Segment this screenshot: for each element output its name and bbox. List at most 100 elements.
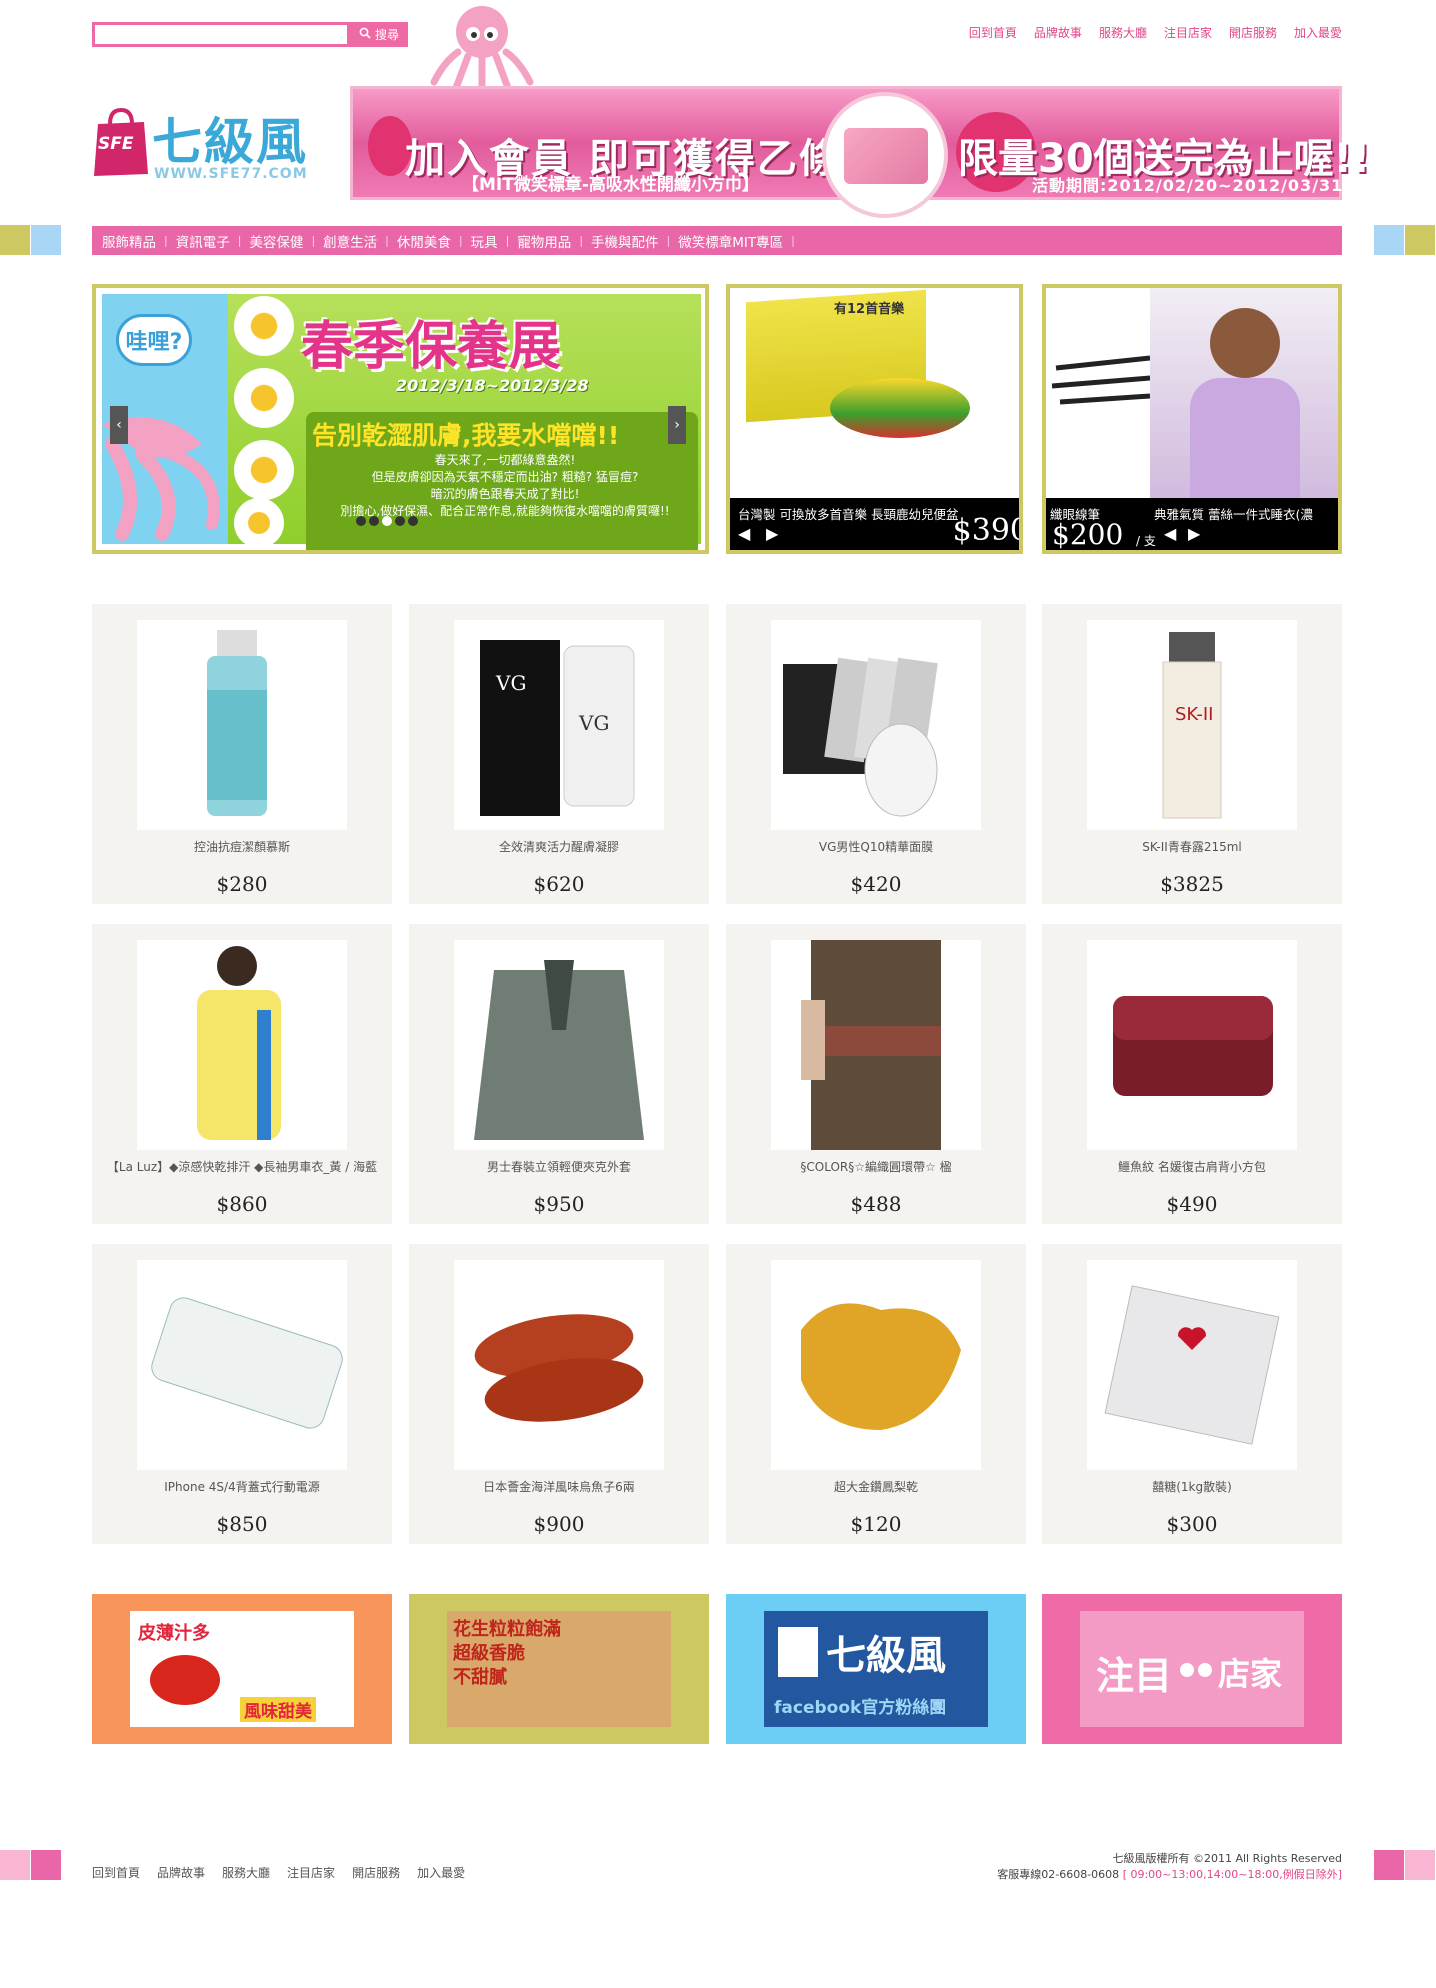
toplink-add-favorite[interactable]: 加入最愛 xyxy=(1294,24,1342,41)
product-card[interactable]: §COLOR§☆編織圓環帶☆ 楹 $488 xyxy=(726,924,1026,1224)
feature3-caption-bar: 纖眼線筆 典雅氣質 蕾絲一件式睡衣(濃 $200 / 支 ◀ ▶ xyxy=(1046,498,1338,550)
product-card[interactable]: IPhone 4S/4背蓋式行動電源 $850 xyxy=(92,1244,392,1544)
product-name[interactable]: 日本薈金海洋風味烏魚子6兩 xyxy=(409,1479,709,1495)
product-image[interactable] xyxy=(137,620,347,830)
product-card[interactable]: 控油抗痘潔顏慕斯 $280 xyxy=(92,604,392,904)
promo-facebook[interactable]: 七級風 facebook官方粉絲團 xyxy=(726,1594,1026,1744)
product-card[interactable]: 鱷魚紋 名媛復古肩背小方包 $490 xyxy=(1042,924,1342,1224)
shopping-bag-icon xyxy=(778,1627,818,1677)
toplink-service-hall[interactable]: 服務大廳 xyxy=(1099,24,1147,41)
toplink-brand-story[interactable]: 品牌故事 xyxy=(1034,24,1082,41)
product-image[interactable]: VG VG xyxy=(454,620,664,830)
product-image[interactable] xyxy=(137,1260,347,1470)
product-image[interactable] xyxy=(454,940,664,1150)
octopus-mascot-icon xyxy=(430,2,534,92)
nav-item-beauty[interactable]: 美容保健 xyxy=(249,231,303,251)
logo-name: 七級風 xyxy=(152,113,308,171)
nav-item-fashion[interactable]: 服飾精品 xyxy=(102,231,156,251)
product-name[interactable]: 【La Luz】◆涼感快乾排汗 ◆長袖男車衣_黃 / 海藍 xyxy=(92,1159,392,1175)
product-price: $488 xyxy=(850,1192,902,1216)
slider-dot[interactable] xyxy=(395,516,405,526)
footer-link-brand-story[interactable]: 品牌故事 xyxy=(157,1864,205,1881)
footer-hotline: 客服專線02-6608-0608 xyxy=(997,1868,1120,1881)
product-image[interactable] xyxy=(1087,1260,1297,1470)
product-price: $620 xyxy=(533,872,585,896)
slider-dot-active[interactable] xyxy=(382,516,392,526)
footer-link-featured-shops[interactable]: 注目店家 xyxy=(287,1864,335,1881)
footer-link-service-hall[interactable]: 服務大廳 xyxy=(222,1864,270,1881)
feature3-next[interactable]: ▶ xyxy=(1188,524,1200,543)
product-card[interactable]: 男士春裝立領輕便夾克外套 $950 xyxy=(409,924,709,1224)
toplink-home[interactable]: 回到首頁 xyxy=(969,24,1017,41)
product-name[interactable]: §COLOR§☆編織圓環帶☆ 楹 xyxy=(726,1159,1026,1175)
product-price: $120 xyxy=(850,1512,902,1536)
slider-dot[interactable] xyxy=(408,516,418,526)
product-card[interactable]: 日本薈金海洋風味烏魚子6兩 $900 xyxy=(409,1244,709,1544)
slider-title: 春季保養展 xyxy=(301,317,562,377)
feature-potty[interactable]: 有12首音樂 台灣製 可換放多首音樂 長頸鹿幼兒便盆 ◀ ▶ $390 xyxy=(726,284,1023,554)
product-image[interactable] xyxy=(771,1260,981,1470)
product-price: $950 xyxy=(533,1192,585,1216)
product-name[interactable]: 超大金鑽鳳梨乾 xyxy=(726,1479,1026,1495)
nav-item-electronics[interactable]: 資訊電子 xyxy=(176,231,230,251)
nav-item-mit[interactable]: 微笑標章MIT專區 xyxy=(678,231,783,251)
svg-text:SK-II: SK-II xyxy=(1175,704,1213,725)
towel-image xyxy=(844,128,928,184)
triangle-right-icon: ▶ xyxy=(1188,524,1201,543)
site-logo[interactable]: SFE 七級風 WWW.SFE77.COM xyxy=(92,96,342,194)
feature-nightgown[interactable]: 纖眼線筆 典雅氣質 蕾絲一件式睡衣(濃 $200 / 支 ◀ ▶ xyxy=(1042,284,1342,554)
product-name[interactable]: 鱷魚紋 名媛復古肩背小方包 xyxy=(1042,1159,1342,1175)
product-name[interactable]: 囍糖(1kg散裝) xyxy=(1042,1479,1342,1495)
footer-hotline-row: 客服專線02-6608-0608 [ 09:00~13:00,14:00~18:… xyxy=(997,1866,1342,1882)
promo-featured-shops[interactable]: 注目 店家 xyxy=(1042,1594,1342,1744)
product-image[interactable] xyxy=(771,620,981,830)
promo-peanut[interactable]: 花生粒粒飽滿 超級香脆 不甜膩 xyxy=(409,1594,709,1744)
product-image[interactable] xyxy=(454,1260,664,1470)
side-deco xyxy=(31,1850,61,1880)
product-name[interactable]: SK-II青春露215ml xyxy=(1042,839,1342,855)
search-button[interactable]: 搜尋 xyxy=(350,22,408,47)
promo-tomato[interactable]: 皮薄汁多 風味甜美 xyxy=(92,1594,392,1744)
footer-link-add-favorite[interactable]: 加入最愛 xyxy=(417,1864,465,1881)
product-name[interactable]: VG男性Q10精華面膜 xyxy=(726,839,1026,855)
product-card[interactable]: SK-II SK-II青春露215ml $3825 xyxy=(1042,604,1342,904)
search-input[interactable] xyxy=(92,22,350,47)
toplink-featured-shops[interactable]: 注目店家 xyxy=(1164,24,1212,41)
feature2-prev[interactable]: ◀ xyxy=(738,524,750,543)
product-name[interactable]: IPhone 4S/4背蓋式行動電源 xyxy=(92,1479,392,1495)
triangle-left-icon: ◀ xyxy=(1164,524,1177,543)
nav-item-phones[interactable]: 手機與配件 xyxy=(591,231,659,251)
feature2-next[interactable]: ▶ xyxy=(766,524,778,543)
footer-link-open-shop[interactable]: 開店服務 xyxy=(352,1864,400,1881)
product-card[interactable]: 超大金鑽鳳梨乾 $120 xyxy=(726,1244,1026,1544)
product-name[interactable]: 全效清爽活力醒膚凝膠 xyxy=(409,839,709,855)
feature3-prev[interactable]: ◀ xyxy=(1164,524,1176,543)
product-name[interactable]: 控油抗痘潔顏慕斯 xyxy=(92,839,392,855)
product-card[interactable]: 囍糖(1kg散裝) $300 xyxy=(1042,1244,1342,1544)
nav-item-creative-life[interactable]: 創意生活 xyxy=(323,231,377,251)
toplink-open-shop[interactable]: 開店服務 xyxy=(1229,24,1277,41)
svg-text:VG: VG xyxy=(495,671,526,695)
nav-item-toys[interactable]: 玩具 xyxy=(471,231,498,251)
slider-dot[interactable] xyxy=(356,516,366,526)
slider-prev-button[interactable]: ‹ xyxy=(110,406,128,444)
product-card[interactable]: VG VG 全效清爽活力醒膚凝膠 $620 xyxy=(409,604,709,904)
daisy-icon xyxy=(234,440,294,500)
product-price: $490 xyxy=(1166,1192,1218,1216)
side-deco xyxy=(1405,225,1435,255)
product-card[interactable]: VG男性Q10精華面膜 $420 xyxy=(726,604,1026,904)
product-image[interactable] xyxy=(137,940,347,1150)
promo-line2: 風味甜美 xyxy=(240,1697,316,1722)
footer-link-home[interactable]: 回到首頁 xyxy=(92,1864,140,1881)
slider-body-line: 但是皮膚卻因為天氣不穩定而出油? 粗糙? 猛冒痘? xyxy=(371,470,639,484)
nav-item-food[interactable]: 休閒美食 xyxy=(397,231,451,251)
slider-dot[interactable] xyxy=(369,516,379,526)
product-name[interactable]: 男士春裝立領輕便夾克外套 xyxy=(409,1159,709,1175)
product-image[interactable]: SK-II xyxy=(1087,620,1297,830)
product-card[interactable]: 【La Luz】◆涼感快乾排汗 ◆長袖男車衣_黃 / 海藍 $860 xyxy=(92,924,392,1224)
slider-next-button[interactable]: › xyxy=(668,406,686,444)
product-image[interactable] xyxy=(1087,940,1297,1150)
product-image[interactable] xyxy=(771,940,981,1150)
nav-item-pets[interactable]: 寵物用品 xyxy=(517,231,571,251)
main-slider[interactable]: 哇哩? 春季保養展 2012/3/18~2012/3/28 告別乾澀肌膚,我要水… xyxy=(92,284,709,554)
